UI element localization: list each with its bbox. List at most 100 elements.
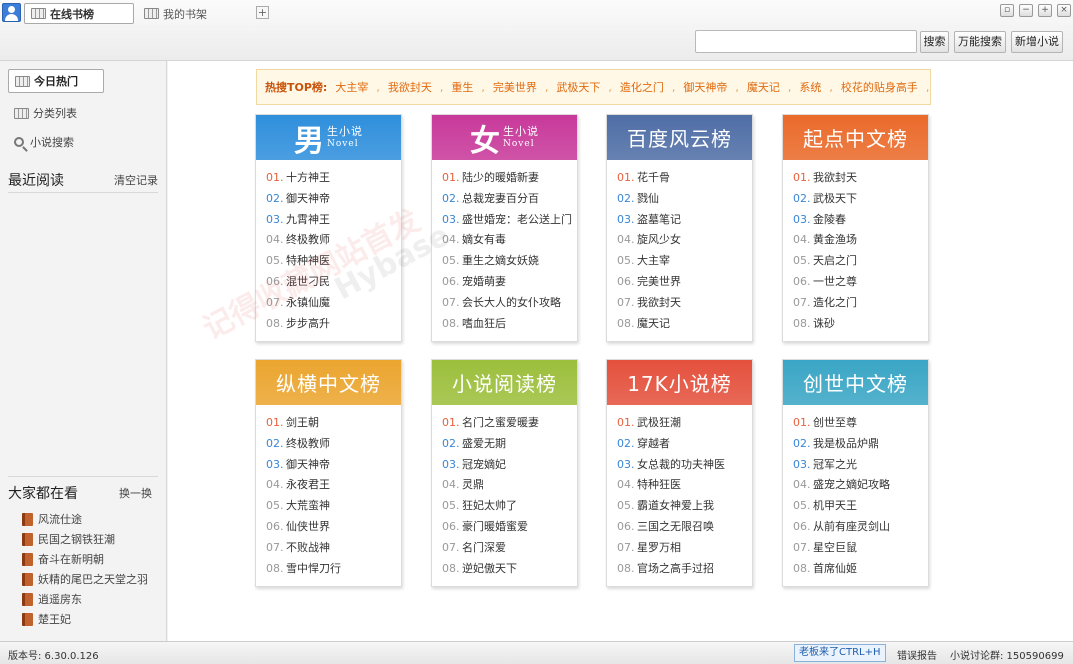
search-input[interactable]: [695, 30, 917, 53]
sidebar-item-today-hot[interactable]: 今日热门: [8, 69, 104, 93]
list-item[interactable]: 03. 九霄神王: [266, 210, 401, 231]
list-item[interactable]: 07. 会长大人的女仆攻略: [442, 293, 577, 314]
list-item[interactable]: 风流仕途: [22, 510, 82, 528]
list-item[interactable]: 奋斗在新明朝: [22, 550, 104, 568]
restore-icon[interactable]: ▫: [1000, 4, 1014, 17]
list-item[interactable]: 04. 黄金渔场: [793, 230, 928, 251]
list-item[interactable]: 01. 武极狂潮: [617, 413, 752, 434]
hot-search-item[interactable]: 魔天记: [747, 79, 780, 95]
hot-search-item[interactable]: 御天神帝: [683, 79, 727, 95]
list-item[interactable]: 07. 不败战神: [266, 538, 401, 559]
add-tab-button[interactable]: +: [256, 6, 269, 19]
list-item[interactable]: 04. 嫡女有毒: [442, 230, 577, 251]
hot-search-item[interactable]: 校花的贴身高手: [841, 79, 918, 95]
list-item[interactable]: 06. 完美世界: [617, 272, 752, 293]
list-item[interactable]: 05. 天启之门: [793, 251, 928, 272]
list-item[interactable]: 02. 御天神帝: [266, 189, 401, 210]
user-avatar-icon[interactable]: [2, 3, 21, 22]
list-item[interactable]: 03. 金陵春: [793, 210, 928, 231]
list-item[interactable]: 01. 名门之蜜爱暖妻: [442, 413, 577, 434]
power-search-button[interactable]: 万能搜索: [954, 31, 1006, 53]
list-item[interactable]: 02. 我是极品炉鼎: [793, 434, 928, 455]
search-button[interactable]: 搜索: [920, 31, 949, 53]
hot-search-item[interactable]: 重生: [451, 79, 473, 95]
hot-search-item[interactable]: 完美世界: [493, 79, 537, 95]
maximize-icon[interactable]: +: [1038, 4, 1052, 17]
list-item[interactable]: 01. 我欲封天: [793, 168, 928, 189]
list-item[interactable]: 民国之钢铁狂潮: [22, 530, 115, 548]
list-item[interactable]: 07. 造化之门: [793, 293, 928, 314]
tab-my-bookshelf[interactable]: 我的书架: [138, 3, 228, 24]
list-item[interactable]: 04. 灵鼎: [442, 475, 577, 496]
list-item[interactable]: 01. 十方神王: [266, 168, 401, 189]
list-item[interactable]: 02. 终极教师: [266, 434, 401, 455]
list-item[interactable]: 03. 盗墓笔记: [617, 210, 752, 231]
close-icon[interactable]: ×: [1057, 4, 1071, 17]
board-header[interactable]: 百度风云榜: [607, 115, 752, 160]
list-item[interactable]: 06. 三国之无限召唤: [617, 517, 752, 538]
boss-key-button[interactable]: 老板来了CTRL+H: [794, 644, 886, 662]
list-item[interactable]: 02. 盛爱无期: [442, 434, 577, 455]
list-item[interactable]: 03. 女总裁的功夫神医: [617, 455, 752, 476]
list-item[interactable]: 08. 雪中悍刀行: [266, 559, 401, 580]
list-item[interactable]: 02. 武极天下: [793, 189, 928, 210]
board-header[interactable]: 小说阅读榜: [432, 360, 577, 405]
tab-online-rankings[interactable]: 在线书榜: [24, 3, 134, 24]
list-item[interactable]: 04. 永夜君王: [266, 475, 401, 496]
list-item[interactable]: 05. 重生之嫡女妖娆: [442, 251, 577, 272]
list-item[interactable]: 06. 一世之尊: [793, 272, 928, 293]
list-item[interactable]: 04. 终极教师: [266, 230, 401, 251]
list-item[interactable]: 08. 诛砂: [793, 314, 928, 335]
list-item[interactable]: 04. 特种狂医: [617, 475, 752, 496]
add-novel-button[interactable]: 新增小说: [1011, 31, 1063, 53]
list-item[interactable]: 06. 宠婚萌妻: [442, 272, 577, 293]
list-item[interactable]: 08. 嗜血狂后: [442, 314, 577, 335]
list-item[interactable]: 01. 创世至尊: [793, 413, 928, 434]
board-header[interactable]: 创世中文榜: [783, 360, 928, 405]
list-item[interactable]: 06. 豪门暖婚蜜爱: [442, 517, 577, 538]
hot-search-item[interactable]: 我欲封天: [388, 79, 432, 95]
board-header[interactable]: 纵横中文榜: [256, 360, 401, 405]
list-item[interactable]: 楚王妃: [22, 610, 71, 628]
sidebar-item-categories[interactable]: 分类列表: [8, 101, 77, 125]
board-header[interactable]: 17K小说榜: [607, 360, 752, 405]
list-item[interactable]: 03. 御天神帝: [266, 455, 401, 476]
list-item[interactable]: 07. 星罗万相: [617, 538, 752, 559]
list-item[interactable]: 04. 盛宠之嫡妃攻略: [793, 475, 928, 496]
list-item[interactable]: 01. 剑王朝: [266, 413, 401, 434]
list-item[interactable]: 08. 官场之高手过招: [617, 559, 752, 580]
hot-search-item[interactable]: 武极天下: [556, 79, 600, 95]
list-item[interactable]: 06. 混世刁民: [266, 272, 401, 293]
list-item[interactable]: 05. 机甲天王: [793, 496, 928, 517]
list-item[interactable]: 07. 名门深爱: [442, 538, 577, 559]
list-item[interactable]: 02. 戮仙: [617, 189, 752, 210]
list-item[interactable]: 02. 穿越者: [617, 434, 752, 455]
list-item[interactable]: 01. 花千骨: [617, 168, 752, 189]
list-item[interactable]: 08. 步步高升: [266, 314, 401, 335]
board-header[interactable]: 起点中文榜: [783, 115, 928, 160]
list-item[interactable]: 05. 霸道女神爱上我: [617, 496, 752, 517]
hot-search-item[interactable]: 系统: [799, 79, 821, 95]
list-item[interactable]: 07. 我欲封天: [617, 293, 752, 314]
list-item[interactable]: 08. 逆妃傲天下: [442, 559, 577, 580]
list-item[interactable]: 08. 魔天记: [617, 314, 752, 335]
list-item[interactable]: 妖精的尾巴之天堂之羽: [22, 570, 148, 588]
board-header[interactable]: 男 生小说 Novel: [256, 115, 401, 160]
list-item[interactable]: 07. 永镇仙魔: [266, 293, 401, 314]
list-item[interactable]: 08. 首席仙姬: [793, 559, 928, 580]
refresh-link[interactable]: 换一换: [119, 485, 152, 501]
error-report-link[interactable]: 错误报告: [897, 647, 937, 662]
list-item[interactable]: 04. 旋风少女: [617, 230, 752, 251]
list-item[interactable]: 逍遥房东: [22, 590, 82, 608]
list-item[interactable]: 02. 总裁宠妻百分百: [442, 189, 577, 210]
board-header[interactable]: 女 生小说 Novel: [432, 115, 577, 160]
list-item[interactable]: 01. 陆少的暖婚新妻: [442, 168, 577, 189]
list-item[interactable]: 03. 冠军之光: [793, 455, 928, 476]
list-item[interactable]: 06. 仙侠世界: [266, 517, 401, 538]
list-item[interactable]: 05. 大主宰: [617, 251, 752, 272]
list-item[interactable]: 03. 盛世婚宠：老公送上门: [442, 210, 577, 231]
list-item[interactable]: 05. 大荒蛮神: [266, 496, 401, 517]
list-item[interactable]: 03. 冠宠嫡妃: [442, 455, 577, 476]
clear-history-link[interactable]: 清空记录: [114, 172, 158, 188]
list-item[interactable]: 07. 星空巨鼠: [793, 538, 928, 559]
